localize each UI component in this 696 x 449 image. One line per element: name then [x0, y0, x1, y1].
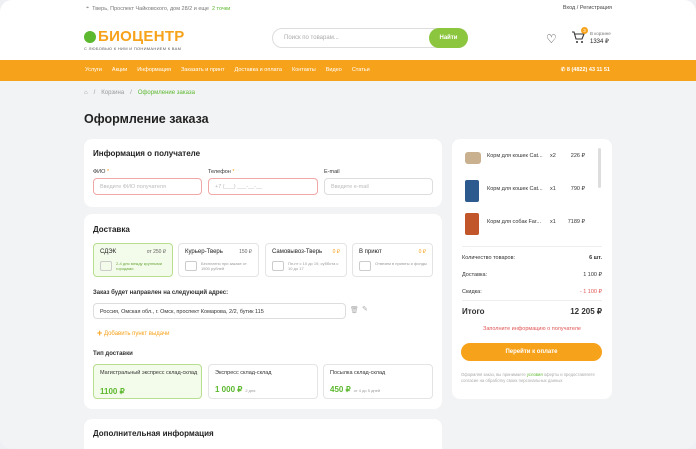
cart-icon[interactable]: 3	[571, 27, 588, 44]
home-icon[interactable]: ⌂	[84, 90, 88, 96]
additional-title: Дополнительная информация	[93, 429, 214, 438]
cart-badge: 3	[581, 27, 588, 34]
paw-icon	[84, 30, 96, 43]
page: ⌖ Тверь, Проспект Чайковского, дом 28/2 …	[0, 0, 696, 449]
nav-phone[interactable]: ✆ 8 (4822) 43 11 51	[561, 67, 610, 73]
search-input[interactable]: Поиск по товарам...	[284, 35, 339, 41]
recipient-title: Информация о получателе	[93, 149, 201, 158]
email-placeholder: Введите e-mail	[331, 184, 369, 190]
breadcrumb-current: Оформление заказа	[137, 90, 195, 96]
phone-placeholder: +7 (___) ___-__-__	[215, 184, 263, 190]
phone-label: Телефон *	[208, 169, 235, 175]
paw-icon	[359, 261, 371, 271]
plus-icon: +	[97, 328, 103, 338]
favorites-heart-icon[interactable]: ♡	[546, 32, 557, 46]
agreement-text: Оформляя заказ, вы принимаете условия оф…	[461, 372, 595, 383]
delivery-option-cdek[interactable]: СДЭК от 250 ₽ 2-4 дня между крупными гор…	[93, 243, 173, 277]
delivery-type-main-express[interactable]: Магистральный экспресс склад-склад 1100 …	[93, 364, 202, 399]
summary-discount: Скидка: - 1 100 ₽	[462, 289, 602, 295]
delivery-type-label: Тип доставки	[93, 351, 133, 357]
name-field[interactable]: Введите ФИО получателя	[93, 178, 202, 195]
breadcrumb-cart[interactable]: Корзина	[101, 90, 124, 96]
recipient-card: Информация о получателе ФИО * Введите ФИ…	[84, 139, 442, 207]
header: БИОЦЕНТР С ЛЮБОВЬЮ К НИМ И ПОНИМАНИЕМ К …	[0, 18, 696, 60]
product-image	[465, 180, 479, 202]
summary-count: Количество товаров: 6 шт.	[462, 255, 602, 261]
divider	[462, 246, 602, 247]
cart-label: В корзине	[590, 31, 611, 36]
location-link[interactable]: 2 точки	[212, 6, 230, 12]
address-label: Заказ будет направлен на следующий адрес…	[93, 290, 229, 296]
product-image	[465, 213, 479, 235]
delivery-option-pickup[interactable]: Самовывоз-Тверь 0 ₽ Пн-пт с 10 до 19, су…	[265, 243, 347, 277]
product-image	[465, 152, 481, 164]
cart-sum: 1334 ₽	[590, 39, 609, 45]
location-text: Тверь, Проспект Чайковского, дом 28/2 и …	[92, 5, 209, 12]
cart-item: Корм для кошек Cat... x2 226 ₽	[463, 146, 593, 170]
delivery-option-courier[interactable]: Курьер-Тверь 150 ₽ Бесплатно при заказе …	[178, 243, 259, 277]
cart-info[interactable]: В корзине 1334 ₽	[590, 31, 611, 45]
cart-item: Корм для кошек Cat... x1 790 ₽	[463, 179, 593, 203]
auth-link[interactable]: Вход / Регистрация	[563, 5, 612, 11]
logo[interactable]: БИОЦЕНТР С ЛЮБОВЬЮ К НИМ И ПОНИМАНИЕМ К …	[84, 28, 185, 51]
address-field[interactable]: Россия, Омская обл., г. Омск, проспект К…	[93, 303, 346, 319]
main-nav: Услуги Акции Информация Заказать и принт…	[0, 60, 696, 81]
nav-item-info[interactable]: Информация	[137, 67, 171, 73]
pay-button[interactable]: Перейти к оплате	[461, 343, 602, 361]
delivery-title: Доставка	[93, 225, 130, 234]
logo-tagline: С ЛЮБОВЬЮ К НИМ И ПОНИМАНИЕМ К ВАМ	[84, 46, 182, 51]
name-label: ФИО *	[93, 169, 110, 175]
truck-icon	[100, 261, 112, 271]
summary-total: Итого 12 205 ₽	[462, 307, 602, 316]
edit-icon[interactable]: ✎	[362, 305, 368, 313]
page-title: Оформление заказа	[84, 112, 209, 126]
search-button[interactable]: Найти	[429, 28, 468, 48]
store-icon	[272, 261, 284, 271]
items-scrollbar[interactable]	[598, 148, 601, 188]
courier-icon	[185, 261, 197, 271]
delivery-type-parcel[interactable]: Посылка склад-склад 450 ₽ от 4 до 5 дней	[323, 364, 433, 399]
email-label: E-mail	[324, 169, 340, 175]
name-placeholder: Введите ФИО получателя	[100, 184, 166, 190]
terms-link[interactable]: условия	[527, 372, 543, 377]
divider	[462, 300, 602, 301]
cart-item: Корм для собак Far... x1 7189 ₽	[463, 212, 593, 236]
nav-item-delivery[interactable]: Доставка и оплата	[235, 67, 282, 73]
nav-item-articles[interactable]: Статьи	[352, 67, 370, 73]
delivery-type-express[interactable]: Экспресс склад-склад 1 000 ₽2 дня	[208, 364, 318, 399]
delivery-option-shelter[interactable]: В приют 0 ₽ Отвезем в приюты и фонды	[352, 243, 433, 277]
fill-recipient-hint: Заполните информацию о получателе	[483, 326, 581, 332]
phone-number: 8 (4822) 43 11 51	[566, 67, 610, 73]
nav-item-order-print[interactable]: Заказать и принт	[181, 67, 225, 73]
phone-field[interactable]: +7 (___) ___-__-__	[208, 178, 318, 195]
location-pin-icon: ⌖	[86, 5, 90, 11]
nav-item-promo[interactable]: Акции	[112, 67, 127, 73]
search-bar: Поиск по товарам... Найти	[272, 28, 468, 48]
add-pickup-point-link[interactable]: + Добавить пункт выдачи	[97, 328, 169, 338]
summary-delivery: Доставка: 1 100 ₽	[462, 272, 602, 278]
breadcrumb: ⌂ / Корзина / Оформление заказа	[84, 90, 195, 96]
trash-icon[interactable]: 🗑	[350, 306, 359, 314]
nav-item-services[interactable]: Услуги	[85, 67, 102, 73]
nav-item-video[interactable]: Видео	[326, 67, 342, 73]
nav-item-contacts[interactable]: Контакты	[292, 67, 316, 73]
logo-name: БИОЦЕНТР	[98, 28, 185, 45]
email-field[interactable]: Введите e-mail	[324, 178, 433, 195]
location[interactable]: ⌖ Тверь, Проспект Чайковского, дом 28/2 …	[86, 5, 230, 12]
top-bar: ⌖ Тверь, Проспект Чайковского, дом 28/2 …	[0, 0, 696, 18]
